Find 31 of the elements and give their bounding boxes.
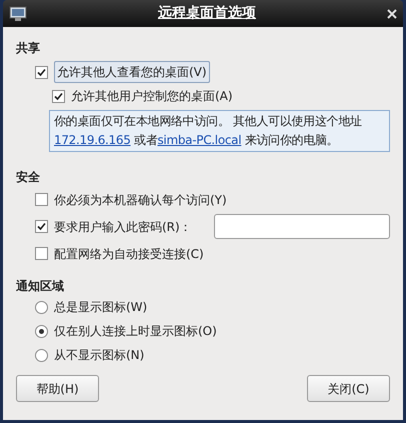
checkmark-icon (54, 92, 63, 100)
checkbox[interactable] (52, 90, 65, 102)
dialog-button[interactable]: 帮助(H) (16, 375, 99, 402)
monitor-icon (9, 6, 27, 22)
radio-label: 从不显示图标(N) (54, 347, 144, 364)
radio-button[interactable] (35, 300, 48, 314)
link[interactable]: simba-PC.local (157, 133, 242, 147)
dialog-button[interactable]: 关闭(C) (307, 375, 390, 402)
info-text: 你的桌面仅可在本地网络中访问。 其他人可以使用这个地址 172.19.6.165 或者simba-PC.local 来访问你的电脑。 (49, 110, 390, 152)
checkbox[interactable] (35, 66, 48, 78)
radio-label: 总是显示图标(W) (54, 299, 148, 316)
radio-label: 仅在别人连接上时显示图标(O) (54, 323, 217, 340)
close-icon[interactable] (387, 8, 397, 18)
checkbox[interactable] (35, 193, 48, 206)
section-heading: 共享 (16, 40, 41, 57)
checkbox-label: 要求用户输入此密码(R)： (54, 218, 192, 236)
checkbox-label: 允许其他用户控制您的桌面(A) (71, 88, 233, 105)
checkbox-label: 配置网络为自动接受连接(C) (54, 246, 204, 262)
checkmark-icon (37, 68, 46, 76)
checkbox-label: 你必须为本机器确认每个访问(Y) (54, 192, 227, 208)
checkmark-icon (37, 222, 46, 231)
link[interactable]: 172.19.6.165 (54, 133, 131, 147)
radio-button[interactable] (35, 324, 48, 338)
password-field[interactable] (214, 214, 390, 239)
checkbox-label: 允许其他人查看您的桌面(V) (54, 61, 210, 83)
radio-button[interactable] (35, 348, 48, 362)
window-title: 远程桌面首选项 (157, 4, 257, 23)
section-heading: 通知区域 (16, 278, 65, 295)
section-heading: 安全 (16, 169, 41, 186)
checkbox[interactable] (35, 247, 48, 260)
checkbox[interactable] (35, 220, 48, 233)
